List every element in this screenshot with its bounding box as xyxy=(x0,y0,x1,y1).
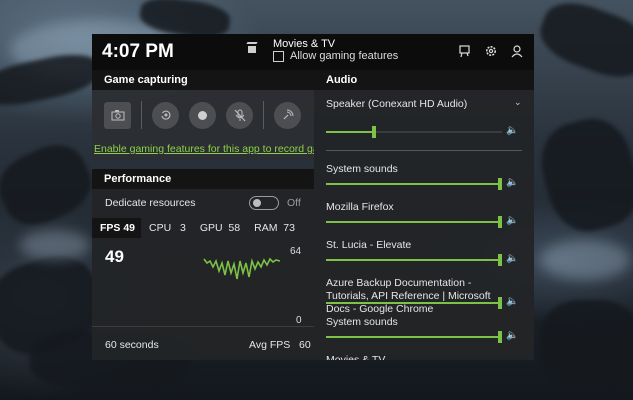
audio-app-volume-slider[interactable] xyxy=(326,216,502,228)
record-last-icon xyxy=(152,102,179,129)
dedicate-resources-toggle[interactable] xyxy=(249,196,279,210)
audio-app-name: Mozilla Firefox xyxy=(326,201,394,213)
audio-app-row: Mozilla Firefox xyxy=(326,201,496,214)
chevron-down-icon[interactable]: ⌄ xyxy=(514,97,522,108)
game-capturing-title: Game capturing xyxy=(92,70,314,90)
record-last-button[interactable] xyxy=(152,101,179,129)
perf-stats-tabs: FPS 49 CPU 3 GPU 58 RAM 73 xyxy=(92,218,314,238)
audio-app-name: St. Lucia - Elevate xyxy=(326,239,412,251)
tab-ram[interactable]: RAM 73 xyxy=(246,218,301,238)
output-device-name: Speaker (Conexant HD Audio) xyxy=(326,98,468,110)
dedicate-resources-label: Dedicate resources xyxy=(105,197,196,209)
device-volume-slider[interactable] xyxy=(326,126,502,138)
audio-app-volume-slider[interactable] xyxy=(326,254,502,266)
fps-graph xyxy=(203,257,281,280)
mic-off-icon xyxy=(226,102,253,129)
speaker-icon[interactable]: 🔈 xyxy=(506,215,518,226)
avg-fps-label: Avg FPS xyxy=(249,339,291,351)
active-app-name: Movies & TV xyxy=(273,38,336,50)
screenshot-button[interactable] xyxy=(104,101,131,129)
account-icon[interactable] xyxy=(510,44,524,58)
achievements-icon[interactable] xyxy=(458,44,472,58)
audio-app-name: Movies & TV xyxy=(326,354,386,360)
audio-app-row: System sounds xyxy=(326,163,496,176)
speaker-icon[interactable]: 🔈 xyxy=(506,125,518,136)
settings-gear-icon[interactable] xyxy=(484,44,498,58)
game-bar-top: 4:07 PM Movies & TV Allow gaming feature… xyxy=(92,34,534,70)
movies-app-icon xyxy=(248,46,256,53)
broadcast-icon xyxy=(274,102,301,129)
speaker-icon[interactable]: 🔈 xyxy=(506,177,518,188)
audio-app-volume-slider[interactable] xyxy=(326,331,502,343)
camera-icon xyxy=(104,102,131,129)
tab-fps[interactable]: FPS 49 xyxy=(92,218,142,238)
speaker-icon[interactable]: 🔈 xyxy=(506,330,518,341)
audio-app-row: Azure Backup Documentation - Tutorials, … xyxy=(326,277,496,315)
audio-app-volume-slider[interactable] xyxy=(326,178,502,190)
avg-fps-value: 60 xyxy=(299,339,311,351)
current-fps-value: 49 xyxy=(105,247,124,266)
allow-gaming-checkbox[interactable] xyxy=(273,50,284,62)
toggle-state-label: Off xyxy=(287,197,301,209)
microphone-toggle-button[interactable] xyxy=(226,101,253,129)
graph-duration-label: 60 seconds xyxy=(105,339,159,351)
allow-gaming-row[interactable]: Allow gaming features xyxy=(273,50,398,62)
audio-app-row: St. Lucia - Elevate xyxy=(326,239,496,252)
clock: 4:07 PM xyxy=(102,41,174,62)
audio-app-row: Movies & TV xyxy=(326,354,496,360)
audio-app-name: Azure Backup Documentation - Tutorials, … xyxy=(326,277,491,315)
record-icon xyxy=(198,110,207,120)
speaker-icon[interactable]: 🔈 xyxy=(506,296,518,307)
tab-gpu[interactable]: GPU 58 xyxy=(192,218,246,238)
graph-max-label: 64 xyxy=(290,246,302,257)
avg-fps: Avg FPS 60 xyxy=(249,339,311,351)
audio-app-name: System sounds xyxy=(326,163,398,175)
speaker-icon[interactable]: 🔈 xyxy=(506,253,518,264)
allow-gaming-label: Allow gaming features xyxy=(290,50,399,62)
audio-panel: Audio Speaker (Conexant HD Audio) ⌄ 🔈 Sy… xyxy=(314,70,534,360)
audio-app-row: System sounds xyxy=(326,316,496,329)
graph-min-label: 0 xyxy=(296,315,302,326)
broadcast-button[interactable] xyxy=(274,101,301,129)
performance-panel: Performance Dedicate resources Off FPS 4… xyxy=(92,169,314,360)
audio-app-volume-slider[interactable] xyxy=(326,297,502,309)
audio-app-name: System sounds xyxy=(326,316,398,328)
tab-cpu[interactable]: CPU 3 xyxy=(141,218,192,238)
output-device-select[interactable]: Speaker (Conexant HD Audio) xyxy=(326,98,520,111)
start-recording-button[interactable] xyxy=(189,101,216,129)
performance-title: Performance xyxy=(92,169,314,189)
audio-title: Audio xyxy=(314,70,534,90)
enable-gaming-features-link[interactable]: Enable gaming features for this app to r… xyxy=(94,143,314,155)
